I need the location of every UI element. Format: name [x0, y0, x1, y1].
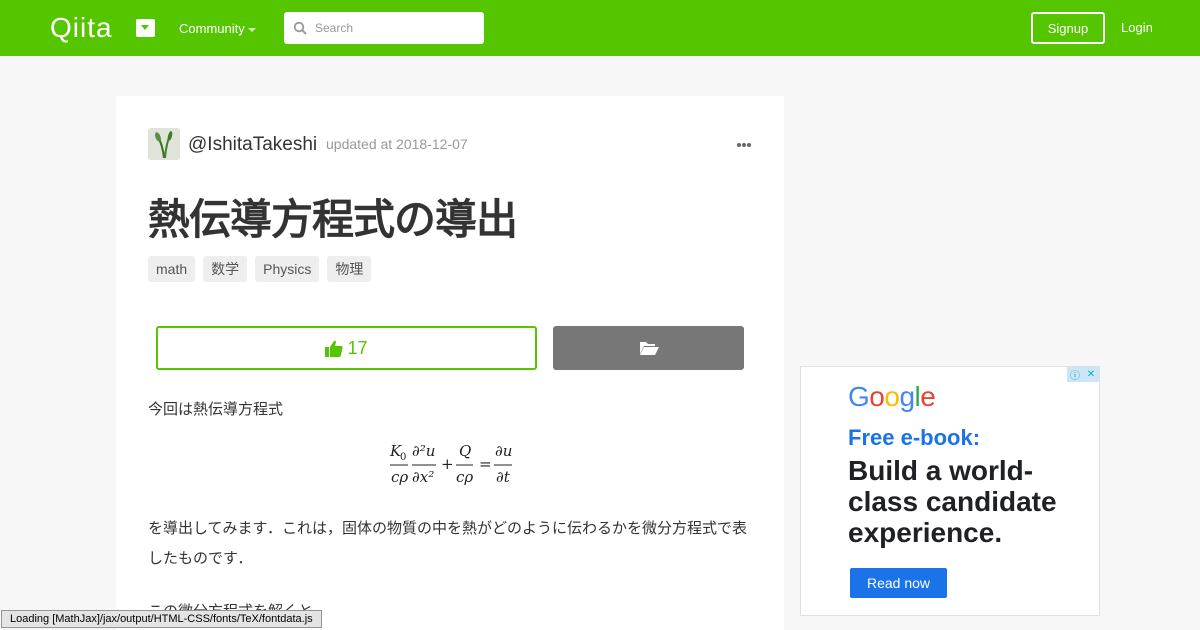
ad-headline: Build a world-class candidate experience…: [848, 455, 1057, 548]
ad-info-icon[interactable]: ⓘ: [1067, 367, 1083, 382]
article-title: 熱伝導方程式の導出: [148, 195, 518, 244]
thumbs-up-icon: [325, 340, 344, 357]
search-box[interactable]: [284, 12, 484, 44]
login-link[interactable]: Login: [1121, 20, 1153, 35]
eq-d2u: ∂²u: [412, 442, 435, 460]
eq-q: Q: [459, 442, 471, 460]
community-menu[interactable]: Community: [179, 21, 245, 36]
more-options-icon[interactable]: [736, 142, 752, 148]
author-username[interactable]: @IshitaTakeshi: [188, 134, 317, 156]
qiita-logo[interactable]: Qiita: [50, 12, 113, 44]
google-logo: Google: [848, 381, 936, 412]
ad-close-icon[interactable]: ✕: [1083, 367, 1099, 382]
paragraph: を導出してみます．これは，固体の物質の中を熱がどのように伝わるかを微分方程式で表…: [148, 520, 747, 567]
ad-controls: ⓘ ✕: [1067, 367, 1099, 382]
search-input[interactable]: [312, 12, 480, 44]
caret-down-icon: [248, 28, 256, 32]
tag-list: math 数学 Physics 物理: [148, 256, 372, 282]
ad-banner[interactable]: ⓘ ✕ Google Free e-book: Build a world-cl…: [800, 366, 1100, 616]
eq-c-rho-2: cρ: [456, 468, 473, 486]
search-icon: [293, 21, 307, 35]
folder-open-icon: [639, 342, 659, 355]
top-navbar: Qiita Community Signup Login: [0, 0, 1200, 56]
mathjax-loading-status: Loading [MathJax]/jax/output/HTML-CSS/fo…: [1, 610, 322, 628]
updated-date: updated at 2018-12-07: [326, 136, 468, 152]
avatar-plant-icon: [148, 128, 180, 160]
author-avatar[interactable]: [148, 128, 180, 160]
eq-k-sub: 0: [400, 452, 406, 463]
eq-dt: ∂t: [496, 468, 511, 486]
ad-read-now-button[interactable]: Read now: [850, 568, 947, 598]
tag-butsuri[interactable]: 物理: [327, 256, 372, 282]
eq-c-rho-1: cρ: [391, 468, 408, 486]
signup-button[interactable]: Signup: [1031, 12, 1105, 44]
eq-dx2: ∂x²: [412, 468, 434, 486]
like-button[interactable]: 17: [156, 326, 537, 370]
logo-dropdown-button[interactable]: [136, 19, 155, 37]
tag-physics[interactable]: Physics: [255, 256, 320, 282]
tag-math[interactable]: math: [148, 256, 196, 282]
heat-equation: K 0 cρ ∂²u ∂x² + Q cρ = ∂u ∂t: [388, 438, 518, 494]
like-count: 17: [347, 337, 368, 358]
article-card: @IshitaTakeshi updated at 2018-12-07 熱伝導…: [116, 96, 784, 630]
ad-subtitle: Free e-book:: [848, 425, 981, 450]
eq-equals: =: [479, 455, 492, 473]
eq-plus: +: [441, 455, 454, 473]
stock-button[interactable]: [553, 326, 744, 370]
tag-suugaku[interactable]: 数学: [203, 256, 248, 282]
paragraph: 今回は熱伝導方程式: [148, 401, 284, 418]
eq-du: ∂u: [495, 442, 512, 460]
